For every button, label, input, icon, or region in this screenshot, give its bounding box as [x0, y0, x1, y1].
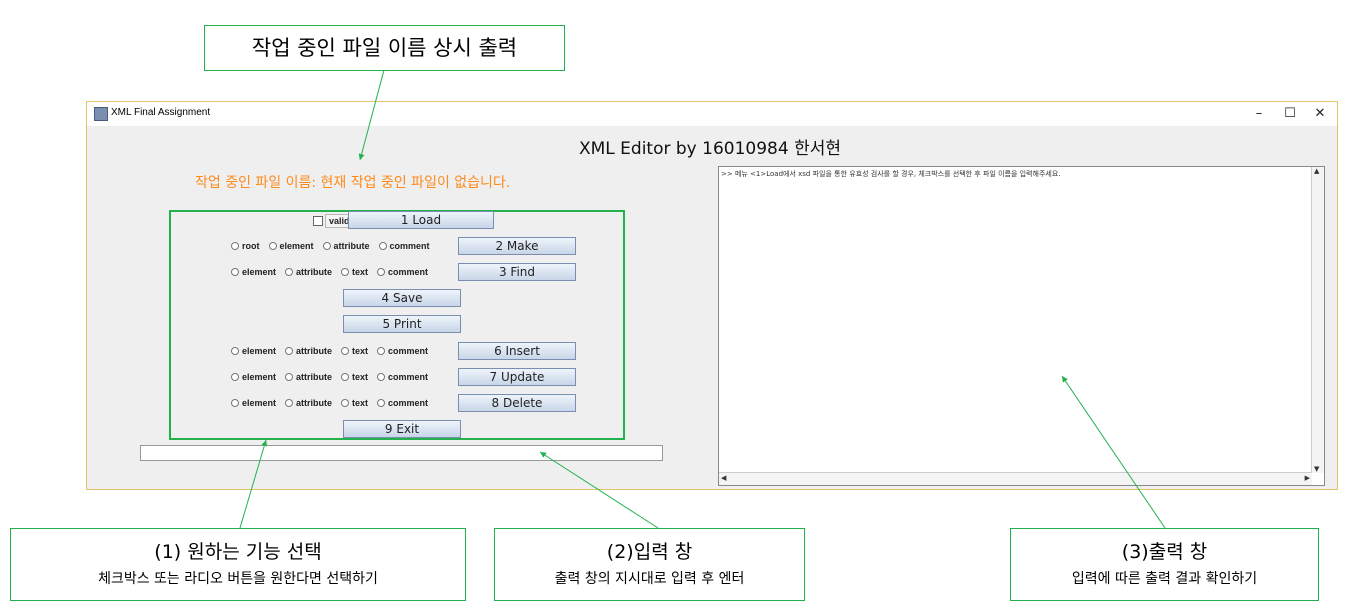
callout-output: (3)출력 창 입력에 따른 출력 결과 확인하기 — [1010, 528, 1319, 601]
arrow-to-function-panel — [239, 439, 268, 529]
callout-output-title: (3)출력 창 — [1121, 541, 1208, 563]
arrow-to-filename — [358, 69, 385, 161]
callout-input-title: (2)입력 창 — [606, 541, 693, 563]
callout-input-desc: 출력 창의 지시대로 입력 후 엔터 — [554, 571, 745, 587]
callout-function-select: (1) 원하는 기능 선택 체크박스 또는 라디오 버튼을 원한다면 선택하기 — [10, 528, 466, 601]
callout-function-select-desc: 체크박스 또는 라디오 버튼을 원한다면 선택하기 — [98, 571, 378, 587]
arrow-to-output — [1061, 375, 1166, 529]
callout-function-select-title: (1) 원하는 기능 선택 — [154, 541, 322, 563]
arrow-to-input — [539, 451, 659, 529]
callout-input: (2)입력 창 출력 창의 지시대로 입력 후 엔터 — [494, 528, 805, 601]
annotation-arrows — [239, 69, 1166, 529]
callout-output-desc: 입력에 따른 출력 결과 확인하기 — [1071, 571, 1258, 587]
